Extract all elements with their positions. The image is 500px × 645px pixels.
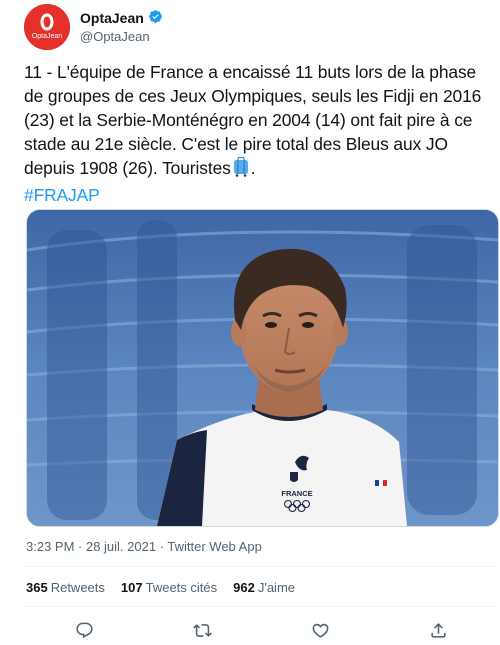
- retweet-icon: [193, 623, 213, 637]
- suitcase-icon: [233, 156, 249, 183]
- retweets-count: 365: [26, 580, 48, 595]
- tweet-text-end: .: [250, 158, 256, 178]
- divider-top: [26, 566, 497, 567]
- like-icon: [312, 623, 329, 638]
- like-button[interactable]: [262, 615, 380, 645]
- quotes-label: Tweets cités: [145, 580, 218, 595]
- opta-logo-icon: OptaJean: [24, 4, 70, 50]
- display-name-row: OptaJean: [80, 9, 163, 28]
- share-icon: [431, 622, 446, 638]
- tweet-timestamp[interactable]: 3:23 PM · 28 juil. 2021 · Twitter Web Ap…: [26, 539, 262, 554]
- avatar-text: OptaJean: [32, 33, 62, 40]
- tweet: OptaJean OptaJean @OptaJean 11 - L'équip…: [0, 0, 500, 645]
- avatar[interactable]: OptaJean: [24, 4, 70, 50]
- reply-button[interactable]: [26, 615, 144, 645]
- tweet-header: OptaJean OptaJean @OptaJean: [24, 4, 163, 50]
- coach-photo: FRANCE: [27, 210, 498, 526]
- author-names: OptaJean @OptaJean: [80, 9, 163, 45]
- retweet-button[interactable]: [144, 615, 262, 645]
- author-handle[interactable]: @OptaJean: [80, 28, 163, 45]
- tweet-stats: 365 Retweets 107 Tweets cités 962 J'aime: [26, 580, 295, 595]
- tweet-actions: [26, 615, 497, 645]
- share-button[interactable]: [379, 615, 497, 645]
- hashtag-link[interactable]: #FRAJAP: [24, 185, 100, 205]
- retweets-label: Retweets: [50, 580, 105, 595]
- jersey-text: FRANCE: [281, 489, 312, 498]
- quotes-count: 107: [120, 580, 143, 595]
- likes-stat[interactable]: 962 J'aime: [233, 580, 295, 595]
- verified-badge-icon: [148, 9, 163, 28]
- tweet-photo[interactable]: FRANCE: [26, 209, 499, 527]
- likes-label: J'aime: [257, 580, 296, 595]
- tweet-text: 11 - L'équipe de France a encaissé 11 bu…: [24, 60, 489, 207]
- display-name[interactable]: OptaJean: [80, 10, 144, 27]
- retweets-stat[interactable]: 365 Retweets: [26, 580, 105, 595]
- quotes-stat[interactable]: 107 Tweets cités: [121, 580, 217, 595]
- divider-bottom: [26, 606, 497, 607]
- reply-icon: [76, 622, 93, 638]
- likes-count: 962: [233, 580, 255, 595]
